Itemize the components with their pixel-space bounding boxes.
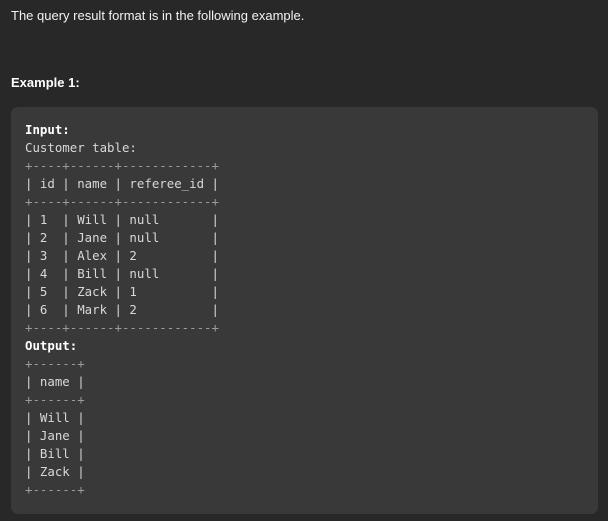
table-row: | 1 | Will | null | bbox=[25, 212, 219, 227]
table-row: | 6 | Mark | 2 | bbox=[25, 302, 219, 317]
table-row: | 3 | Alex | 2 | bbox=[25, 248, 219, 263]
description-text: The query result format is in the follow… bbox=[11, 8, 305, 23]
input-table-border-top: +----+------+------------+ bbox=[25, 158, 219, 173]
table-row: | Zack | bbox=[25, 464, 85, 479]
output-table-header: | name | bbox=[25, 374, 85, 389]
table-row: | 2 | Jane | null | bbox=[25, 230, 219, 245]
table-row: | Bill | bbox=[25, 446, 85, 461]
input-table-header: | id | name | referee_id | bbox=[25, 176, 219, 191]
output-table-border-top: +------+ bbox=[25, 356, 85, 371]
table-row: | 4 | Bill | null | bbox=[25, 266, 219, 281]
input-label: Input: bbox=[25, 122, 70, 137]
table-caption: Customer table: bbox=[25, 140, 137, 155]
output-label: Output: bbox=[25, 338, 78, 353]
table-row: | Jane | bbox=[25, 428, 85, 443]
output-table-border-mid: +------+ bbox=[25, 392, 85, 407]
example-code-block: Input: Customer table: +----+------+----… bbox=[11, 107, 598, 514]
table-row: | 5 | Zack | 1 | bbox=[25, 284, 219, 299]
table-row: | Will | bbox=[25, 410, 85, 425]
output-table-border-bottom: +------+ bbox=[25, 482, 85, 497]
example-pre: Input: Customer table: +----+------+----… bbox=[25, 121, 598, 499]
input-table: +----+------+------------+ | id | name | … bbox=[25, 157, 598, 337]
input-table-border-bottom: +----+------+------------+ bbox=[25, 320, 219, 335]
input-table-border-mid: +----+------+------------+ bbox=[25, 194, 219, 209]
output-table: +------+ | name | +------+ | Will | | Jane |… bbox=[25, 355, 598, 499]
example-heading: Example 1: bbox=[11, 75, 80, 90]
